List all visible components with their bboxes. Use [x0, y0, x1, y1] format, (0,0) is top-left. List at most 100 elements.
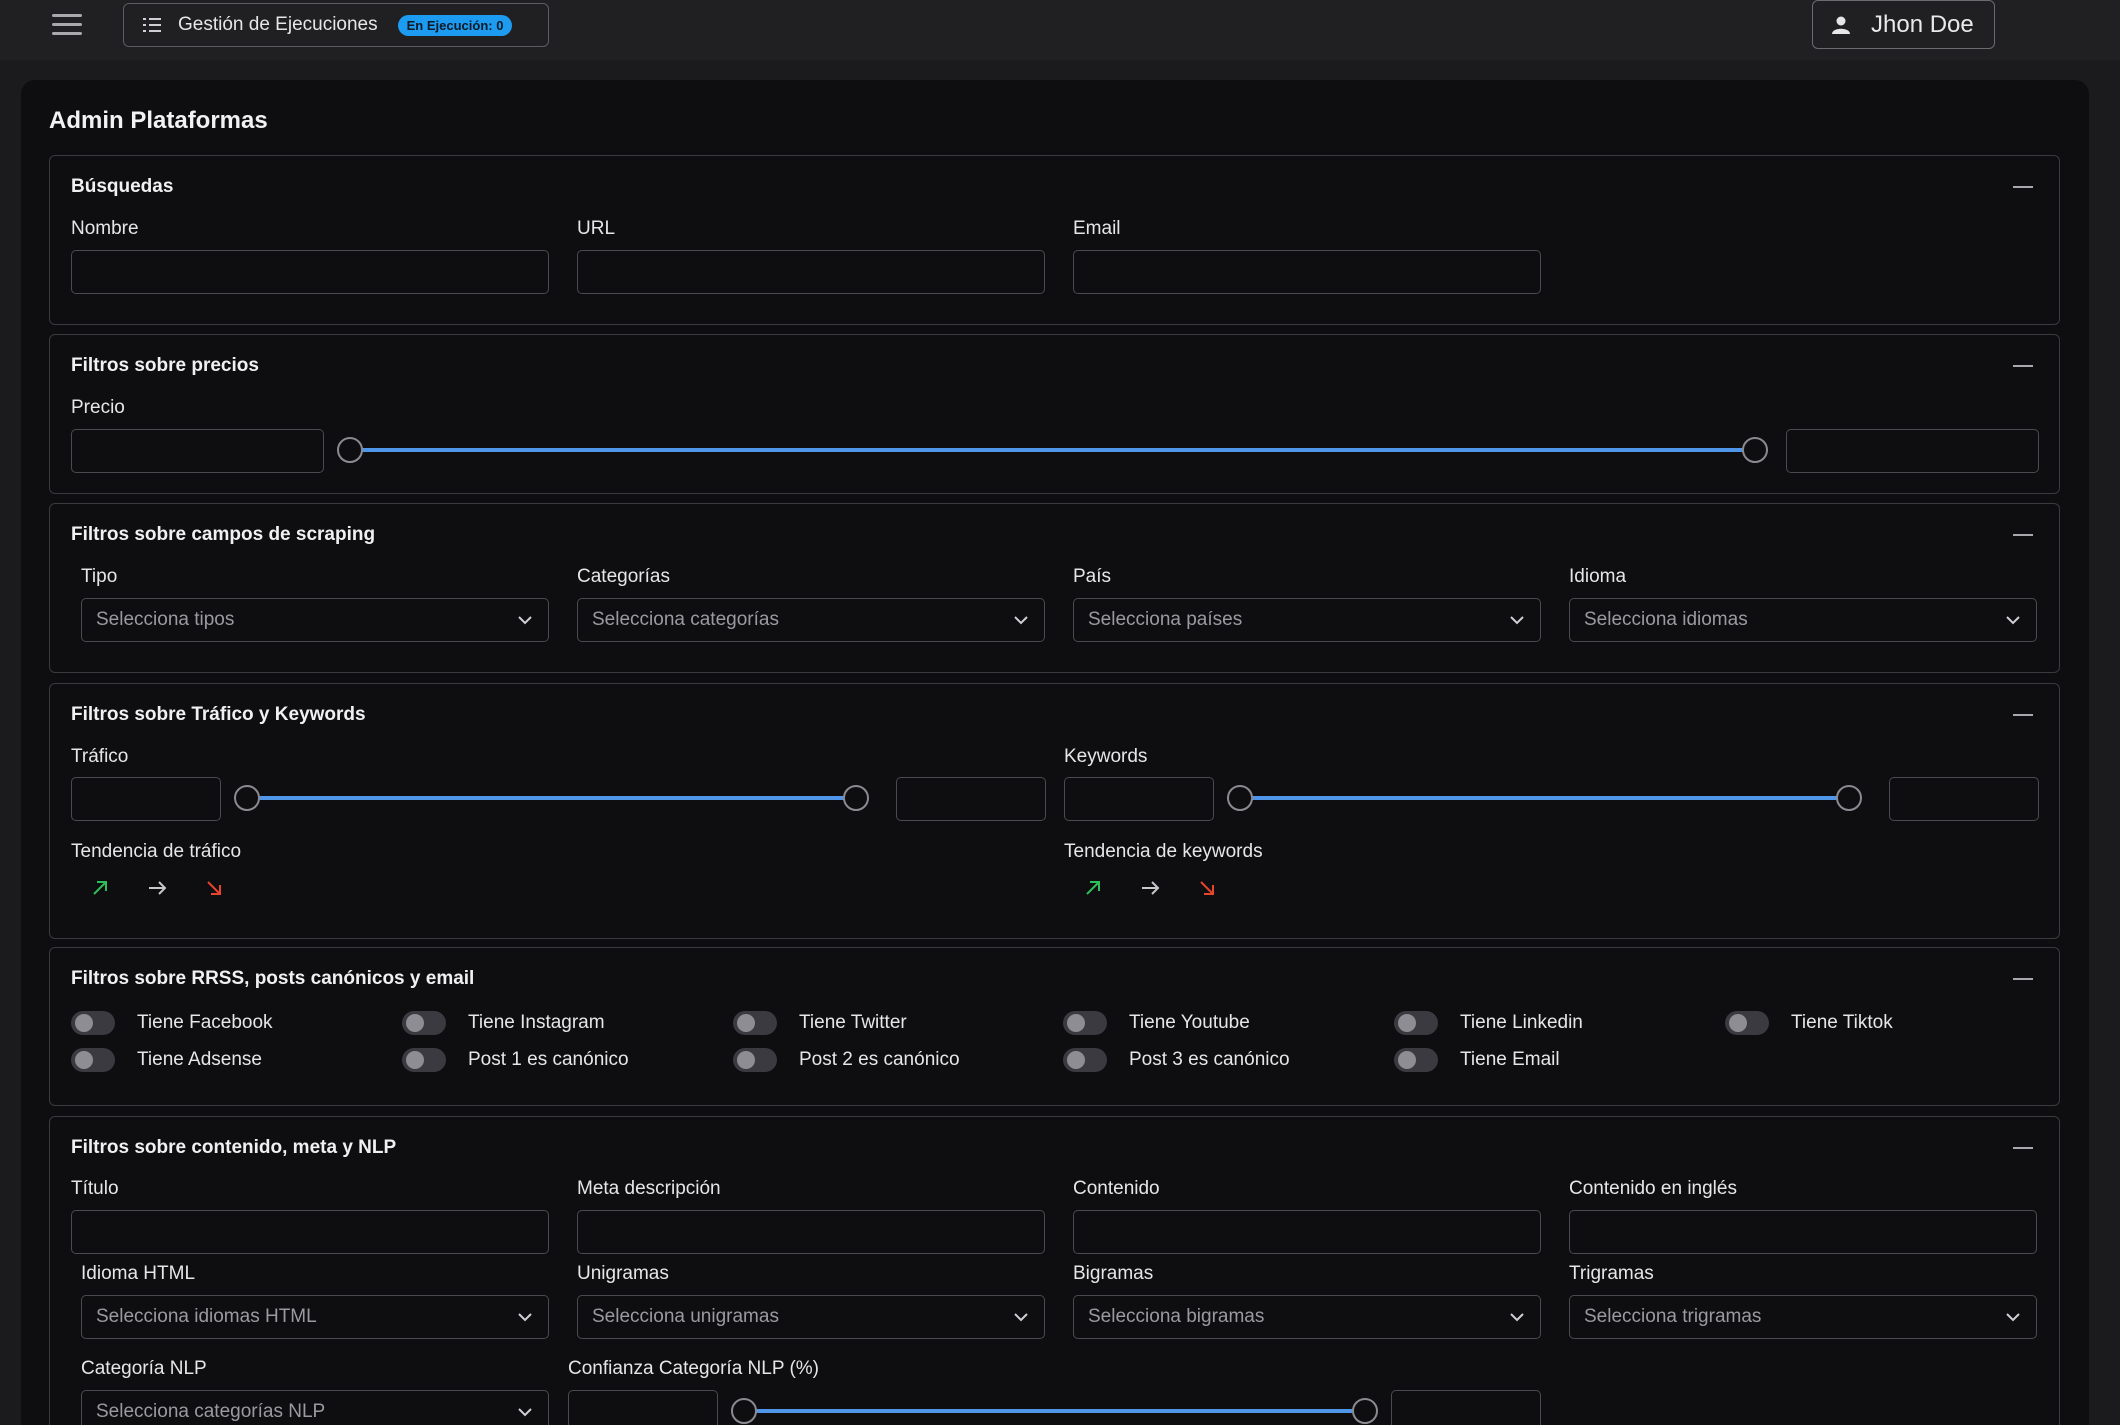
url-input[interactable]	[577, 250, 1045, 294]
precio-max-input[interactable]	[1786, 429, 2039, 473]
slider-max-thumb[interactable]	[1742, 437, 1768, 463]
arrow-up-right-icon[interactable]	[1082, 877, 1104, 899]
trafico-range-slider[interactable]	[234, 785, 869, 811]
slider-min-thumb[interactable]	[731, 1398, 757, 1424]
toggle-post1-canonico[interactable]	[402, 1048, 446, 1072]
keywords-range-slider[interactable]	[1227, 785, 1862, 811]
keywords-min-input[interactable]	[1064, 777, 1214, 821]
slider-min-thumb[interactable]	[1227, 785, 1253, 811]
bigramas-select[interactable]: Selecciona bigramas	[1073, 1295, 1541, 1339]
idioma-html-select[interactable]: Selecciona idiomas HTML	[81, 1295, 549, 1339]
executions-button[interactable]: Gestión de Ejecuciones En Ejecución: 0	[123, 3, 549, 47]
email-input[interactable]	[1073, 250, 1541, 294]
chevron-down-icon	[1510, 1313, 1524, 1322]
arrow-right-icon[interactable]	[1139, 877, 1161, 899]
precio-min-input[interactable]	[71, 429, 324, 473]
section-title: Filtros sobre RRSS, posts canónicos y em…	[71, 968, 475, 989]
tendencia-keywords-label: Tendencia de keywords	[1064, 841, 1263, 862]
section-busquedas: Búsquedas Nombre URL Email	[49, 155, 2060, 325]
slider-min-thumb[interactable]	[337, 437, 363, 463]
toggle-adsense[interactable]	[71, 1048, 115, 1072]
nombre-input[interactable]	[71, 250, 549, 294]
toggle-label: Post 3 es canónico	[1129, 1049, 1290, 1070]
toggle-label: Post 2 es canónico	[799, 1049, 960, 1070]
select-placeholder: Selecciona categorías	[592, 609, 779, 630]
trafico-min-input[interactable]	[71, 777, 221, 821]
collapse-button[interactable]	[2013, 365, 2033, 367]
slider-max-thumb[interactable]	[843, 785, 869, 811]
toggle-post3-canonico[interactable]	[1063, 1048, 1107, 1072]
toggle-label: Tiene Twitter	[799, 1012, 907, 1033]
pais-select[interactable]: Selecciona países	[1073, 598, 1541, 642]
collapse-button[interactable]	[2013, 186, 2033, 188]
chevron-down-icon	[2006, 1313, 2020, 1322]
executions-badge: En Ejecución: 0	[397, 14, 513, 36]
toggle-twitter[interactable]	[733, 1011, 777, 1035]
tipo-select[interactable]: Selecciona tipos	[81, 598, 549, 642]
select-placeholder: Selecciona categorías NLP	[96, 1401, 326, 1422]
collapse-button[interactable]	[2013, 978, 2033, 980]
arrow-up-right-icon[interactable]	[89, 877, 111, 899]
titulo-input[interactable]	[71, 1210, 549, 1254]
arrow-right-icon[interactable]	[146, 877, 168, 899]
categoria-nlp-select[interactable]: Selecciona categorías NLP	[81, 1390, 549, 1425]
chevron-down-icon	[1014, 616, 1028, 625]
select-placeholder: Selecciona unigramas	[592, 1306, 779, 1327]
url-label: URL	[577, 218, 616, 239]
confianza-min-input[interactable]	[568, 1390, 718, 1425]
keywords-label: Keywords	[1064, 746, 1148, 767]
confianza-range-slider[interactable]	[731, 1398, 1378, 1424]
collapse-button[interactable]	[2013, 534, 2033, 536]
select-placeholder: Selecciona trigramas	[1584, 1306, 1762, 1327]
toggle-label: Tiene Linkedin	[1460, 1012, 1583, 1033]
categorias-select[interactable]: Selecciona categorías	[577, 598, 1045, 642]
slider-min-thumb[interactable]	[234, 785, 260, 811]
nombre-label: Nombre	[71, 218, 139, 239]
unigramas-label: Unigramas	[577, 1263, 669, 1284]
section-scraping: Filtros sobre campos de scraping Tipo Se…	[49, 503, 2060, 673]
toggle-label: Post 1 es canónico	[468, 1049, 629, 1070]
chevron-down-icon	[1510, 616, 1524, 625]
collapse-button[interactable]	[2013, 1147, 2033, 1149]
slider-max-thumb[interactable]	[1836, 785, 1862, 811]
toggle-linkedin[interactable]	[1394, 1011, 1438, 1035]
menu-icon[interactable]	[52, 14, 82, 36]
idioma-label: Idioma	[1569, 566, 1627, 587]
toggle-email[interactable]	[1394, 1048, 1438, 1072]
email-label: Email	[1073, 218, 1121, 239]
chevron-down-icon	[1014, 1313, 1028, 1322]
slider-max-thumb[interactable]	[1352, 1398, 1378, 1424]
idioma-select[interactable]: Selecciona idiomas	[1569, 598, 2037, 642]
toggle-youtube[interactable]	[1063, 1011, 1107, 1035]
trigramas-label: Trigramas	[1569, 1263, 1654, 1284]
trigramas-select[interactable]: Selecciona trigramas	[1569, 1295, 2037, 1339]
collapse-button[interactable]	[2013, 714, 2033, 716]
toggle-tiktok[interactable]	[1725, 1011, 1769, 1035]
arrow-down-right-icon[interactable]	[203, 877, 225, 899]
unigramas-select[interactable]: Selecciona unigramas	[577, 1295, 1045, 1339]
confianza-max-input[interactable]	[1391, 1390, 1541, 1425]
section-title: Filtros sobre Tráfico y Keywords	[71, 704, 366, 725]
toggle-post2-canonico[interactable]	[733, 1048, 777, 1072]
select-placeholder: Selecciona bigramas	[1088, 1306, 1265, 1327]
slider-track	[744, 1409, 1365, 1413]
keywords-max-input[interactable]	[1889, 777, 2039, 821]
section-precios: Filtros sobre precios Precio	[49, 334, 2060, 494]
contenido-input[interactable]	[1073, 1210, 1541, 1254]
precio-range-slider[interactable]	[337, 437, 1768, 463]
toggle-instagram[interactable]	[402, 1011, 446, 1035]
select-placeholder: Selecciona países	[1088, 609, 1243, 630]
contenido-en-input[interactable]	[1569, 1210, 2037, 1254]
chevron-down-icon	[2006, 616, 2020, 625]
user-menu-button[interactable]: Jhon Doe	[1812, 0, 1995, 49]
bigramas-label: Bigramas	[1073, 1263, 1154, 1284]
section-trafico: Filtros sobre Tráfico y Keywords Tráfico…	[49, 683, 2060, 939]
titulo-label: Título	[71, 1178, 119, 1199]
arrow-down-right-icon[interactable]	[1196, 877, 1218, 899]
toggle-facebook[interactable]	[71, 1011, 115, 1035]
slider-track	[1240, 796, 1849, 800]
meta-input[interactable]	[577, 1210, 1045, 1254]
page-title: Admin Plataformas	[49, 107, 268, 134]
precio-label: Precio	[71, 397, 125, 418]
trafico-max-input[interactable]	[896, 777, 1046, 821]
